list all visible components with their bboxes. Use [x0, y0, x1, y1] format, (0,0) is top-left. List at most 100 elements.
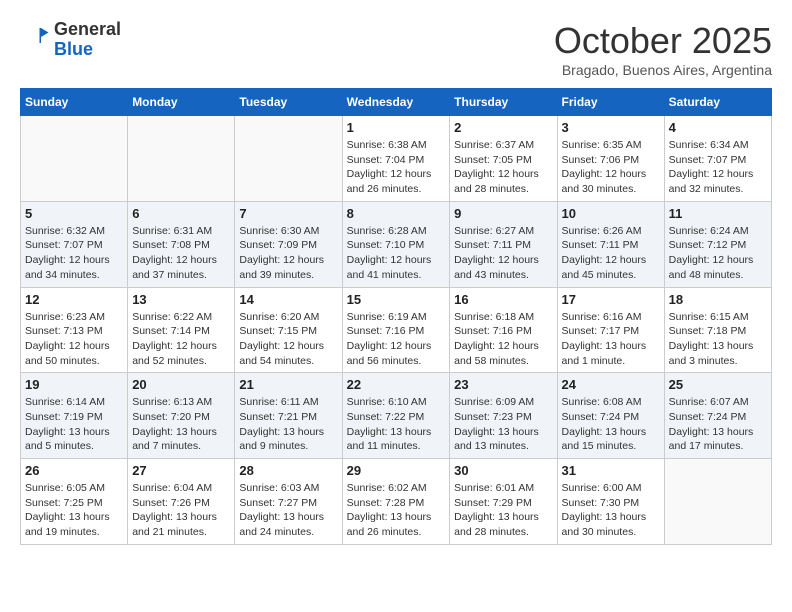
day-number: 29 [347, 463, 446, 478]
calendar-week-row: 1Sunrise: 6:38 AMSunset: 7:04 PMDaylight… [21, 116, 772, 202]
day-info: Sunrise: 6:13 AMSunset: 7:20 PMDaylight:… [132, 395, 230, 454]
day-number: 18 [669, 292, 767, 307]
calendar-cell: 10 Sunrise: 6:26 AMSunset: 7:11 PMDayligh… [557, 201, 664, 287]
day-info: Sunrise: 6:02 AMSunset: 7:28 PMDaylight:… [347, 481, 446, 540]
calendar-cell: 15 Sunrise: 6:19 AMSunset: 7:16 PMDayligh… [342, 287, 450, 373]
calendar-cell: 4 Sunrise: 6:34 AMSunset: 7:07 PMDaylight… [664, 116, 771, 202]
day-number: 30 [454, 463, 552, 478]
day-info: Sunrise: 6:05 AMSunset: 7:25 PMDaylight:… [25, 481, 123, 540]
day-number: 2 [454, 120, 552, 135]
calendar-cell: 25Sunrise: 6:07 AMSunset: 7:24 PMDayligh… [664, 373, 771, 459]
day-info: Sunrise: 6:01 AMSunset: 7:29 PMDaylight:… [454, 481, 552, 540]
day-info: Sunrise: 6:32 AMSunset: 7:07 PMDaylight:… [25, 224, 123, 283]
day-number: 10 [562, 206, 660, 221]
day-info: Sunrise: 6:34 AMSunset: 7:07 PMDaylight:… [669, 138, 767, 197]
day-info: Sunrise: 6:18 AMSunset: 7:16 PMDaylight:… [454, 310, 552, 369]
calendar-cell: 26Sunrise: 6:05 AMSunset: 7:25 PMDayligh… [21, 459, 128, 545]
day-info: Sunrise: 6:22 AMSunset: 7:14 PMDaylight:… [132, 310, 230, 369]
day-number: 15 [347, 292, 446, 307]
calendar-cell: 5 Sunrise: 6:32 AMSunset: 7:07 PMDaylight… [21, 201, 128, 287]
day-number: 7 [239, 206, 337, 221]
day-info: Sunrise: 6:19 AMSunset: 7:16 PMDaylight:… [347, 310, 446, 369]
calendar-cell: 21 Sunrise: 6:11 AMSunset: 7:21 PMDayligh… [235, 373, 342, 459]
day-info: Sunrise: 6:16 AMSunset: 7:17 PMDaylight:… [562, 310, 660, 369]
day-number: 31 [562, 463, 660, 478]
calendar-cell: 2Sunrise: 6:37 AMSunset: 7:05 PMDaylight… [450, 116, 557, 202]
day-info: Sunrise: 6:07 AMSunset: 7:24 PMDaylight:… [669, 395, 767, 454]
location: Bragado, Buenos Aires, Argentina [554, 62, 772, 78]
day-info: Sunrise: 6:26 AMSunset: 7:11 PMDaylight:… [562, 224, 660, 283]
calendar-cell: 1Sunrise: 6:38 AMSunset: 7:04 PMDaylight… [342, 116, 450, 202]
day-info: Sunrise: 6:04 AMSunset: 7:26 PMDaylight:… [132, 481, 230, 540]
weekday-header: Sunday [21, 89, 128, 116]
calendar-cell: 12Sunrise: 6:23 AMSunset: 7:13 PMDayligh… [21, 287, 128, 373]
day-info: Sunrise: 6:35 AMSunset: 7:06 PMDaylight:… [562, 138, 660, 197]
weekday-header: Tuesday [235, 89, 342, 116]
day-number: 8 [347, 206, 446, 221]
day-info: Sunrise: 6:31 AMSunset: 7:08 PMDaylight:… [132, 224, 230, 283]
calendar-cell: 13 Sunrise: 6:22 AMSunset: 7:14 PMDayligh… [128, 287, 235, 373]
calendar-cell: 24Sunrise: 6:08 AMSunset: 7:24 PMDayligh… [557, 373, 664, 459]
day-info: Sunrise: 6:14 AMSunset: 7:19 PMDaylight:… [25, 395, 123, 454]
calendar-cell: 28Sunrise: 6:03 AMSunset: 7:27 PMDayligh… [235, 459, 342, 545]
calendar-cell: 7 Sunrise: 6:30 AMSunset: 7:09 PMDaylight… [235, 201, 342, 287]
day-info: Sunrise: 6:20 AMSunset: 7:15 PMDaylight:… [239, 310, 337, 369]
weekday-header: Monday [128, 89, 235, 116]
logo-text: General Blue [54, 20, 121, 60]
day-number: 16 [454, 292, 552, 307]
day-number: 4 [669, 120, 767, 135]
day-number: 9 [454, 206, 552, 221]
calendar-cell: 19 Sunrise: 6:14 AMSunset: 7:19 PMDayligh… [21, 373, 128, 459]
day-number: 5 [25, 206, 123, 221]
calendar-cell [128, 116, 235, 202]
day-number: 12 [25, 292, 123, 307]
calendar-cell: 27 Sunrise: 6:04 AMSunset: 7:26 PMDayligh… [128, 459, 235, 545]
day-number: 11 [669, 206, 767, 221]
calendar-table: SundayMondayTuesdayWednesdayThursdayFrid… [20, 88, 772, 545]
day-number: 3 [562, 120, 660, 135]
calendar-week-row: 12Sunrise: 6:23 AMSunset: 7:13 PMDayligh… [21, 287, 772, 373]
day-number: 21 [239, 377, 337, 392]
calendar-cell: 14 Sunrise: 6:20 AMSunset: 7:15 PMDayligh… [235, 287, 342, 373]
calendar-cell [235, 116, 342, 202]
day-number: 22 [347, 377, 446, 392]
day-info: Sunrise: 6:24 AMSunset: 7:12 PMDaylight:… [669, 224, 767, 283]
calendar-cell: 16 Sunrise: 6:18 AMSunset: 7:16 PMDayligh… [450, 287, 557, 373]
calendar-cell: 20 Sunrise: 6:13 AMSunset: 7:20 PMDayligh… [128, 373, 235, 459]
day-number: 27 [132, 463, 230, 478]
month-title: October 2025 [554, 20, 772, 62]
day-info: Sunrise: 6:00 AMSunset: 7:30 PMDaylight:… [562, 481, 660, 540]
day-number: 14 [239, 292, 337, 307]
calendar-cell [664, 459, 771, 545]
logo-icon [20, 25, 50, 55]
calendar-cell: 30 Sunrise: 6:01 AMSunset: 7:29 PMDayligh… [450, 459, 557, 545]
weekday-header: Thursday [450, 89, 557, 116]
calendar-week-row: 5 Sunrise: 6:32 AMSunset: 7:07 PMDaylight… [21, 201, 772, 287]
logo: General Blue [20, 20, 121, 60]
calendar-cell: 18Sunrise: 6:15 AMSunset: 7:18 PMDayligh… [664, 287, 771, 373]
day-number: 24 [562, 377, 660, 392]
day-info: Sunrise: 6:09 AMSunset: 7:23 PMDaylight:… [454, 395, 552, 454]
day-number: 20 [132, 377, 230, 392]
page-header: General Blue October 2025 Bragado, Bueno… [20, 20, 772, 78]
day-info: Sunrise: 6:11 AMSunset: 7:21 PMDaylight:… [239, 395, 337, 454]
title-block: October 2025 Bragado, Buenos Aires, Arge… [554, 20, 772, 78]
calendar-cell: 17 Sunrise: 6:16 AMSunset: 7:17 PMDayligh… [557, 287, 664, 373]
calendar-cell: 8Sunrise: 6:28 AMSunset: 7:10 PMDaylight… [342, 201, 450, 287]
calendar-week-row: 26Sunrise: 6:05 AMSunset: 7:25 PMDayligh… [21, 459, 772, 545]
calendar-header-row: SundayMondayTuesdayWednesdayThursdayFrid… [21, 89, 772, 116]
day-number: 6 [132, 206, 230, 221]
calendar-cell: 22Sunrise: 6:10 AMSunset: 7:22 PMDayligh… [342, 373, 450, 459]
calendar-cell: 31 Sunrise: 6:00 AMSunset: 7:30 PMDayligh… [557, 459, 664, 545]
day-number: 13 [132, 292, 230, 307]
day-info: Sunrise: 6:38 AMSunset: 7:04 PMDaylight:… [347, 138, 446, 197]
day-number: 17 [562, 292, 660, 307]
weekday-header: Saturday [664, 89, 771, 116]
weekday-header: Friday [557, 89, 664, 116]
calendar-cell: 6 Sunrise: 6:31 AMSunset: 7:08 PMDaylight… [128, 201, 235, 287]
day-number: 19 [25, 377, 123, 392]
calendar-cell: 23 Sunrise: 6:09 AMSunset: 7:23 PMDayligh… [450, 373, 557, 459]
day-info: Sunrise: 6:30 AMSunset: 7:09 PMDaylight:… [239, 224, 337, 283]
day-number: 23 [454, 377, 552, 392]
calendar-cell: 29 Sunrise: 6:02 AMSunset: 7:28 PMDayligh… [342, 459, 450, 545]
